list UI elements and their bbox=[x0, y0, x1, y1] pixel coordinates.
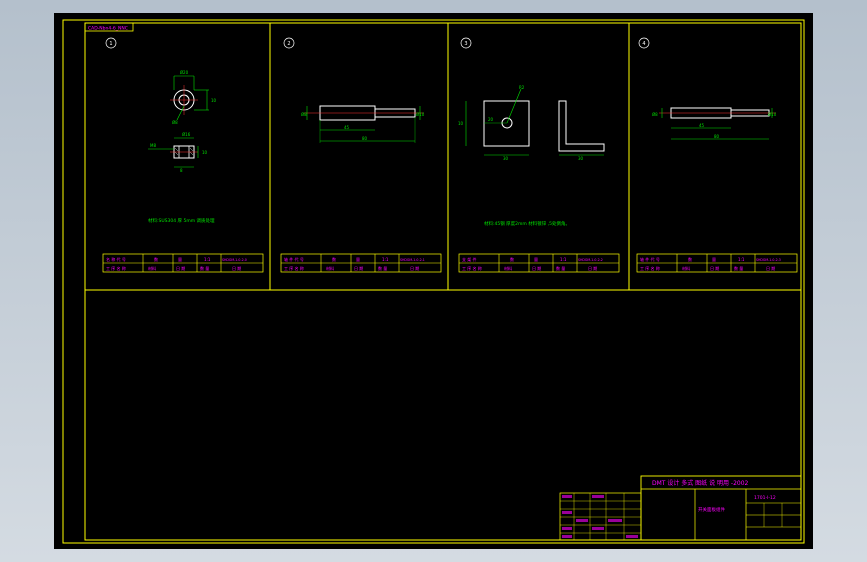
sheet-3-label: 3 bbox=[464, 41, 467, 47]
title-heading: DMT 设计 多式 图纸 说 明用 -2002 bbox=[652, 479, 749, 487]
svg-text:Ø8: Ø8 bbox=[172, 120, 178, 125]
svg-text:30: 30 bbox=[503, 156, 509, 161]
svg-text:日 期: 日 期 bbox=[410, 265, 419, 271]
svg-text:量: 量 bbox=[712, 256, 716, 262]
sheet-1-note: 材料:SUS304 厚 5mm 调质处理 bbox=[148, 217, 215, 224]
sheet-1-table: 名 称 代 号 数 量 1:1 SHDGM-1-0-2-0 工 序 名 称 材料… bbox=[102, 253, 264, 273]
svg-text:日 期: 日 期 bbox=[176, 265, 185, 271]
sheet-1: 1 Ø20 10 Ø8 Ø16 M8 10 8 材料:SUS304 厚 5mm … bbox=[105, 37, 217, 224]
svg-text:工 序 名 称: 工 序 名 称 bbox=[462, 265, 482, 271]
sheet-2-table: 轴 件 代 号 数 量 1:1 SHDGM-1-0-2-1 工 序 名 称 材料… bbox=[280, 253, 442, 273]
svg-text:数 量: 数 量 bbox=[734, 265, 743, 271]
svg-text:SHDGM-1-0-2-2: SHDGM-1-0-2-2 bbox=[578, 258, 603, 262]
svg-text:20: 20 bbox=[488, 117, 494, 122]
svg-text:1:1: 1:1 bbox=[738, 257, 745, 262]
svg-text:10: 10 bbox=[202, 150, 208, 155]
svg-text:Ø8: Ø8 bbox=[652, 112, 658, 117]
svg-text:80: 80 bbox=[714, 134, 720, 139]
sheet-2-label: 2 bbox=[287, 41, 290, 47]
sheet-3-table: 支 架 件 数 量 1:1 SHDGM-1-0-2-2 工 序 名 称 材料 日… bbox=[458, 253, 620, 273]
svg-text:量: 量 bbox=[356, 256, 360, 262]
svg-text:材料: 材料 bbox=[326, 265, 334, 271]
svg-text:10: 10 bbox=[211, 98, 217, 103]
sheet-2: 2 Ø8 Ø10 45 80 bbox=[283, 37, 425, 143]
svg-text:数: 数 bbox=[154, 256, 158, 262]
svg-text:数 量: 数 量 bbox=[200, 265, 209, 271]
sheet-3-note: 材料:45钢 厚度2mm 材料镀锌 ,5处倒角。 bbox=[484, 220, 570, 227]
sheet-4-table: 轴 件 代 号 数 量 1:1 SHDGM-1-0-2-3 工 序 名 称 材料… bbox=[636, 253, 798, 273]
svg-text:工 序 名 称: 工 序 名 称 bbox=[284, 265, 304, 271]
svg-text:Ø16: Ø16 bbox=[182, 132, 191, 137]
svg-text:数: 数 bbox=[332, 256, 336, 262]
svg-text:量: 量 bbox=[534, 256, 538, 262]
svg-text:SHDGM-1-0-2-1: SHDGM-1-0-2-1 bbox=[400, 258, 425, 262]
svg-text:日 期: 日 期 bbox=[766, 265, 775, 271]
svg-text:10: 10 bbox=[458, 121, 464, 126]
sheet-4-label: 4 bbox=[642, 41, 645, 47]
svg-text:1:1: 1:1 bbox=[382, 257, 389, 262]
inner-frame bbox=[84, 22, 802, 541]
svg-text:30: 30 bbox=[578, 156, 584, 161]
corner-tag: CAD-Nbn4-6_NNC bbox=[88, 26, 128, 32]
svg-text:材料: 材料 bbox=[682, 265, 690, 271]
svg-text:数 量: 数 量 bbox=[556, 265, 565, 271]
svg-text:数: 数 bbox=[688, 256, 692, 262]
sheet-tables: 名 称 代 号 数 量 1:1 SHDGM-1-0-2-0 工 序 名 称 材料… bbox=[102, 253, 798, 273]
cad-viewport: CAD-Nbn4-6_NNC 1 Ø20 10 Ø8 Ø16 M8 10 8 材… bbox=[0, 0, 867, 562]
svg-text:日 期: 日 期 bbox=[710, 265, 719, 271]
svg-text:Ø20: Ø20 bbox=[180, 70, 189, 75]
svg-text:名 称 代 号: 名 称 代 号 bbox=[106, 256, 126, 262]
title-block: DMT 设计 多式 图纸 说 明用 -2002 开关面板组件 1701-I-12 bbox=[559, 475, 802, 541]
svg-text:Ø10: Ø10 bbox=[416, 112, 425, 117]
svg-text:8: 8 bbox=[180, 168, 183, 173]
drawing-canvas[interactable]: CAD-Nbn4-6_NNC 1 Ø20 10 Ø8 Ø16 M8 10 8 材… bbox=[54, 13, 813, 549]
svg-text:工 序 名 称: 工 序 名 称 bbox=[640, 265, 660, 271]
svg-text:轴 件 代 号: 轴 件 代 号 bbox=[640, 256, 660, 262]
sheet-4: 4 Ø8 Ø10 45 80 bbox=[638, 37, 777, 140]
svg-text:R2: R2 bbox=[519, 85, 525, 90]
title-part-name: 开关面板组件 bbox=[698, 506, 725, 513]
svg-text:量: 量 bbox=[178, 256, 182, 262]
svg-text:材料: 材料 bbox=[148, 265, 156, 271]
svg-text:SHDGM-1-0-2-0: SHDGM-1-0-2-0 bbox=[222, 258, 247, 262]
svg-text:支 架 件: 支 架 件 bbox=[462, 256, 477, 262]
svg-text:工 序 名 称: 工 序 名 称 bbox=[106, 265, 126, 271]
svg-text:SHDGM-1-0-2-3: SHDGM-1-0-2-3 bbox=[756, 258, 781, 262]
svg-text:Ø10: Ø10 bbox=[768, 112, 777, 117]
svg-text:日 期: 日 期 bbox=[588, 265, 597, 271]
drawing-svg: CAD-Nbn4-6_NNC 1 Ø20 10 Ø8 Ø16 M8 10 8 材… bbox=[62, 19, 805, 544]
svg-text:日 期: 日 期 bbox=[354, 265, 363, 271]
sheet-3: 3 R2 10 20 30 30 材料:45钢 厚度2mm 材料镀锌 ,5处倒角… bbox=[458, 37, 605, 227]
svg-text:45: 45 bbox=[699, 123, 705, 128]
svg-text:1:1: 1:1 bbox=[204, 257, 211, 262]
svg-text:数: 数 bbox=[510, 256, 514, 262]
svg-text:数 量: 数 量 bbox=[378, 265, 387, 271]
svg-text:日 期: 日 期 bbox=[232, 265, 241, 271]
svg-text:1:1: 1:1 bbox=[560, 257, 567, 262]
sheet-1-label: 1 bbox=[109, 41, 112, 47]
svg-text:Ø8: Ø8 bbox=[301, 112, 307, 117]
svg-text:M8: M8 bbox=[150, 143, 156, 148]
svg-text:材料: 材料 bbox=[504, 265, 512, 271]
title-drawing-no: 1701-I-12 bbox=[754, 495, 776, 501]
svg-text:80: 80 bbox=[362, 136, 368, 141]
svg-text:日 期: 日 期 bbox=[532, 265, 541, 271]
svg-text:45: 45 bbox=[344, 125, 350, 130]
svg-text:轴 件 代 号: 轴 件 代 号 bbox=[284, 256, 304, 262]
